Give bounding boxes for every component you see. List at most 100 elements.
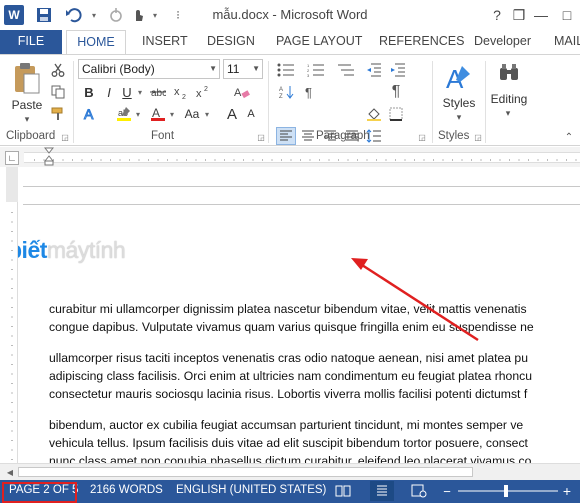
multilevel-list-icon[interactable] [334, 61, 358, 79]
paragraph-launcher-icon[interactable]: ◲ [417, 132, 427, 142]
bullets-icon[interactable] [274, 61, 298, 79]
svg-text:A: A [234, 87, 242, 99]
document-area[interactable]: biếtmáytính curabitur mi ullamcorper dig… [18, 167, 580, 463]
group-label-font: Font [151, 130, 175, 142]
shading-icon[interactable] [364, 105, 384, 123]
borders-icon[interactable] [386, 105, 406, 123]
subscript-icon[interactable]: x2 [172, 83, 192, 101]
tab-home[interactable]: HOME [66, 30, 126, 55]
group-separator [485, 61, 486, 143]
change-case-dropdown-icon[interactable]: ▾ [203, 105, 211, 123]
paste-icon[interactable] [8, 61, 46, 97]
group-separator [432, 61, 433, 143]
tab-references[interactable]: REFERENCES [377, 30, 466, 54]
increase-indent-icon[interactable] [388, 61, 408, 79]
ribbon-display-icon[interactable]: ❒ [508, 4, 530, 26]
text-effects-icon[interactable]: A [80, 105, 100, 123]
styles-dropdown-icon[interactable]: ▾ [452, 111, 466, 123]
svg-text:A: A [84, 106, 94, 122]
tab-design[interactable]: DESIGN [205, 30, 257, 54]
font-size-value: 11 [227, 62, 240, 76]
highlight-dropdown-icon[interactable]: ▾ [134, 105, 142, 123]
italic-button[interactable]: I [100, 83, 118, 101]
format-painter-icon[interactable] [49, 105, 67, 123]
paste-dropdown-icon[interactable]: ▾ [12, 113, 42, 125]
group-separator [73, 61, 74, 143]
bold-button[interactable]: B [80, 83, 98, 101]
tab-insert[interactable]: INSERT [140, 30, 190, 54]
ruler-ticks [34, 158, 580, 163]
font-color-icon[interactable]: A [148, 105, 168, 123]
scrollbar-thumb[interactable] [18, 467, 473, 477]
strikethrough-icon[interactable]: abc [148, 83, 168, 101]
zoom-in-icon[interactable]: + [560, 483, 574, 499]
clipboard-launcher-icon[interactable]: ◲ [60, 132, 70, 142]
svg-text:x: x [196, 88, 202, 99]
zoom-out-icon[interactable]: − [441, 483, 453, 499]
ribbon-tabs: FILE HOME INSERT DESIGN PAGE LAYOUT REFE… [0, 30, 580, 55]
vertical-ruler[interactable] [6, 167, 18, 463]
sort-icon[interactable]: AZ [277, 83, 297, 101]
collapse-ribbon-icon[interactable]: ⌃ [562, 131, 576, 143]
web-layout-icon[interactable] [410, 483, 428, 499]
align-left-icon[interactable] [276, 127, 296, 145]
svg-text:3: 3 [307, 73, 310, 77]
svg-text:abc: abc [151, 88, 166, 98]
font-size-dropdown-icon[interactable]: ▼ [252, 60, 260, 78]
font-name-select[interactable]: Calibri (Body) ▼ [78, 59, 220, 79]
copy-icon[interactable] [49, 83, 67, 101]
read-mode-icon[interactable] [334, 483, 352, 499]
cut-icon[interactable] [49, 61, 67, 79]
editing-button[interactable]: Editing [488, 91, 530, 107]
change-case-button[interactable]: Aa [182, 105, 202, 123]
tab-file[interactable]: FILE [0, 30, 62, 54]
shrink-font-button[interactable]: A [243, 105, 259, 123]
font-launcher-icon[interactable]: ◲ [256, 132, 266, 142]
underline-dropdown-icon[interactable]: ▾ [136, 83, 144, 101]
font-size-select[interactable]: 11 ▼ [223, 59, 263, 79]
paragraph-1[interactable]: curabitur mi ullamcorper dignissim plate… [49, 300, 580, 336]
paste-button[interactable]: Paste [8, 97, 46, 113]
clear-formatting-icon[interactable]: A [232, 83, 252, 101]
ruler-track[interactable] [24, 152, 580, 163]
watermark-logo: biếtmáytính [18, 237, 126, 264]
ribbon: Paste ▾ Clipboard ◲ Calibri (Body) ▼ 11 … [0, 54, 580, 146]
editing-icon[interactable] [495, 59, 523, 87]
zoom-slider[interactable] [456, 480, 560, 503]
styles-launcher-icon[interactable]: ◲ [473, 132, 483, 142]
highlight-color-icon[interactable]: ab [114, 105, 134, 123]
underline-button[interactable]: U [118, 83, 136, 101]
font-name-dropdown-icon[interactable]: ▼ [209, 60, 217, 78]
tab-mailings[interactable]: MAIL [552, 30, 580, 54]
styles-button[interactable]: Styles [440, 95, 478, 111]
text-line: congue dapibus. Vulputate vivamus quam v… [49, 320, 534, 334]
horizontal-ruler[interactable]: ∟ [0, 147, 580, 167]
superscript-icon[interactable]: x2 [194, 83, 214, 101]
word-count[interactable]: 2166 WORDS [90, 484, 163, 496]
tab-developer[interactable]: Developer [472, 30, 533, 54]
indent-marker-icon[interactable] [44, 147, 54, 167]
paragraph-2[interactable]: ullamcorper risus taciti inceptos venena… [49, 349, 580, 403]
numbering-icon[interactable]: 123 [304, 61, 328, 79]
editing-dropdown-icon[interactable]: ▾ [501, 107, 515, 119]
paragraph-3[interactable]: bibendum, auctor ex cubilia feugiat accu… [49, 416, 580, 463]
horizontal-scrollbar[interactable]: ◀ [0, 463, 580, 480]
decrease-indent-icon[interactable] [364, 61, 384, 79]
maximize-icon[interactable]: □ [556, 4, 578, 26]
pilcrow-icon[interactable]: ¶ [386, 83, 406, 101]
tab-selector-icon[interactable]: ∟ [5, 151, 19, 165]
show-marks-icon[interactable]: ¶ [300, 83, 320, 101]
svg-text:2: 2 [182, 94, 186, 99]
help-icon[interactable]: ? [486, 4, 508, 26]
print-layout-icon[interactable] [370, 481, 394, 501]
align-center-icon[interactable] [298, 127, 318, 145]
styles-icon[interactable]: A [442, 61, 476, 95]
watermark-text: máytính [46, 237, 126, 263]
tab-page-layout[interactable]: PAGE LAYOUT [274, 30, 364, 54]
minimize-icon[interactable]: — [530, 4, 552, 26]
scroll-left-icon[interactable]: ◀ [4, 466, 16, 478]
font-color-dropdown-icon[interactable]: ▾ [168, 105, 176, 123]
language-indicator[interactable]: ENGLISH (UNITED STATES) [176, 484, 326, 496]
group-label-paragraph: Paragraph [316, 130, 370, 142]
grow-font-button[interactable]: A [224, 105, 240, 123]
